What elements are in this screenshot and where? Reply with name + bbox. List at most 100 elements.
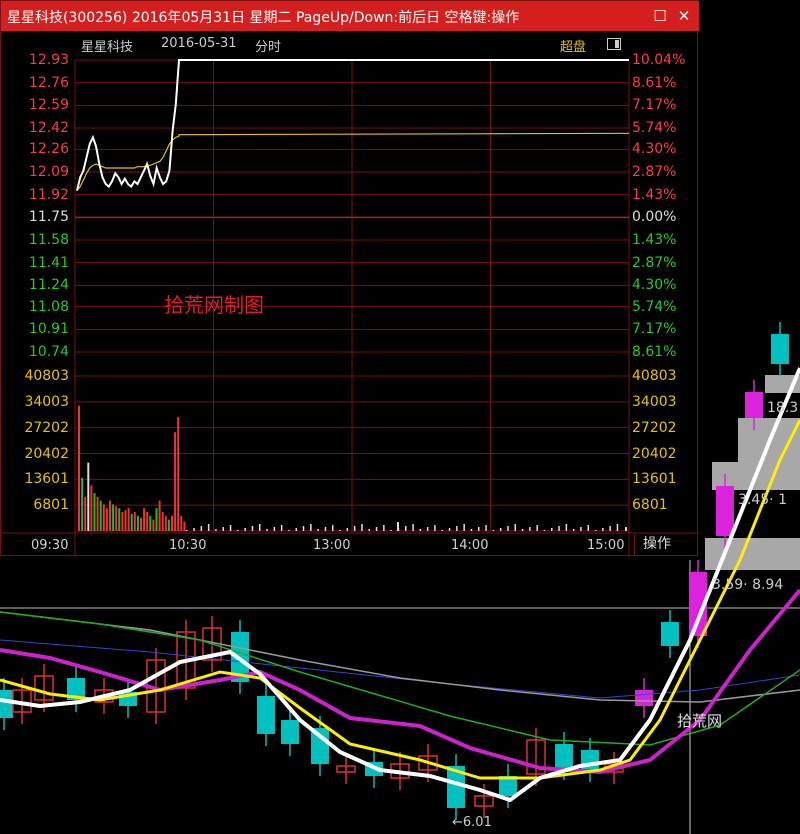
volume-bar	[140, 517, 142, 531]
volume-bar	[164, 515, 167, 531]
price-tick-label: 10.91	[28, 321, 69, 338]
volume-bar	[115, 506, 118, 531]
volume-bar	[499, 528, 502, 531]
percent-tick-label: 1.43%	[632, 186, 677, 203]
volume-bar	[463, 524, 465, 531]
volume-bar	[118, 508, 121, 531]
intraday-chart	[1, 59, 699, 557]
volume-tick-label: 27202	[24, 419, 69, 436]
volume-bar	[353, 526, 356, 531]
volume-bar	[244, 528, 246, 531]
volume-bar	[332, 525, 334, 531]
volume-bar	[405, 526, 407, 531]
price-tick-label: 10.74	[28, 344, 69, 360]
volume-bar	[521, 529, 524, 531]
volume-tick-label: 40803	[24, 368, 69, 384]
bg-price-label-a: 18.3	[767, 400, 799, 416]
volume-bar	[485, 525, 487, 531]
volume-bar	[222, 527, 224, 531]
volume-tick-label-right: 13601	[632, 471, 677, 488]
volume-tick-label: 20402	[24, 445, 69, 462]
volume-bar	[105, 508, 108, 531]
volume-bar	[529, 527, 531, 531]
volume-bar	[251, 526, 254, 531]
volume-bar	[580, 527, 582, 531]
volume-tick-label: 34003	[24, 393, 69, 410]
price-tick-label: 12.26	[28, 141, 69, 158]
volume-bar	[158, 500, 161, 531]
volume-bar	[207, 524, 210, 531]
volume-tick-label: 13601	[24, 471, 69, 488]
volume-bar	[87, 462, 90, 531]
volume-bar	[368, 529, 370, 531]
volume-bar	[93, 493, 96, 531]
volume-bar	[383, 525, 385, 531]
volume-bar	[346, 528, 349, 531]
percent-tick-label: 4.30%	[632, 141, 677, 158]
volume-bar	[84, 496, 87, 531]
operation-button[interactable]: 操作	[634, 534, 698, 555]
volume-bar	[186, 530, 188, 531]
volume-bar	[507, 526, 509, 531]
volume-bar	[295, 528, 297, 531]
percent-tick-label: 0.00%	[632, 209, 677, 226]
volume-bar	[310, 524, 312, 531]
volume-bar	[565, 524, 568, 531]
volume-bar	[124, 510, 127, 531]
volume-bar	[237, 530, 239, 531]
volume-bar	[96, 496, 99, 531]
bg-candle-body	[771, 334, 789, 364]
volume-bar	[167, 519, 170, 531]
volume-bar	[273, 527, 276, 531]
volume-bar	[280, 525, 283, 531]
percent-tick-label: 2.87%	[632, 254, 677, 271]
volume-bar	[302, 526, 305, 531]
volume-bar	[90, 485, 93, 531]
volume-bar	[183, 521, 186, 531]
volume-tick-label-right: 20402	[632, 445, 677, 462]
bg-candle-body	[0, 690, 13, 718]
volume-bar	[149, 515, 152, 531]
volume-bar	[78, 405, 80, 531]
volume-bar	[543, 530, 546, 531]
volume-bar	[375, 527, 378, 531]
volume-bar	[174, 432, 177, 531]
price-tick-label: 12.76	[28, 74, 69, 91]
volume-bar	[161, 512, 164, 531]
average-price-line	[76, 132, 630, 192]
bg-candle-body	[716, 486, 734, 536]
volume-bar	[602, 528, 604, 531]
percent-tick-label: 2.87%	[632, 164, 677, 180]
bg-candle-body	[661, 622, 679, 646]
volume-bar	[152, 519, 155, 531]
price-tick-label: 11.24	[28, 277, 69, 294]
volume-bar	[390, 530, 392, 531]
volume-bar	[259, 524, 261, 531]
volume-bar	[229, 525, 232, 531]
bg-candle-body	[635, 690, 653, 706]
volume-bar	[288, 530, 290, 531]
volume-bar	[625, 527, 627, 531]
volume-bar	[470, 529, 473, 531]
volume-bar	[177, 417, 180, 531]
bg-ma-blue	[0, 639, 800, 699]
percent-tick-label: 7.17%	[632, 321, 677, 338]
volume-bar	[412, 524, 414, 531]
percent-tick-label: 8.61%	[632, 74, 677, 91]
intraday-popup-window: 星星科技(300256) 2016年05月31日 星期二 PageUp/Down…	[0, 0, 699, 557]
volume-bar	[514, 524, 516, 531]
volume-bar	[426, 527, 429, 531]
price-tick-label: 12.09	[28, 164, 69, 180]
volume-bar	[109, 500, 111, 531]
percent-tick-label: 5.74%	[632, 298, 677, 315]
volume-bar	[102, 504, 105, 531]
volume-bar	[112, 504, 115, 531]
percent-tick-label: 4.30%	[632, 277, 677, 294]
bg-candle-body	[555, 744, 573, 768]
volume-bar	[127, 508, 130, 531]
volume-bar	[397, 522, 399, 531]
percent-tick-label: 10.04%	[632, 52, 686, 68]
price-tick-label: 11.58	[28, 232, 69, 248]
bg-price-label-c: 3.59· 8.94	[712, 577, 784, 593]
volume-bar	[616, 524, 619, 531]
